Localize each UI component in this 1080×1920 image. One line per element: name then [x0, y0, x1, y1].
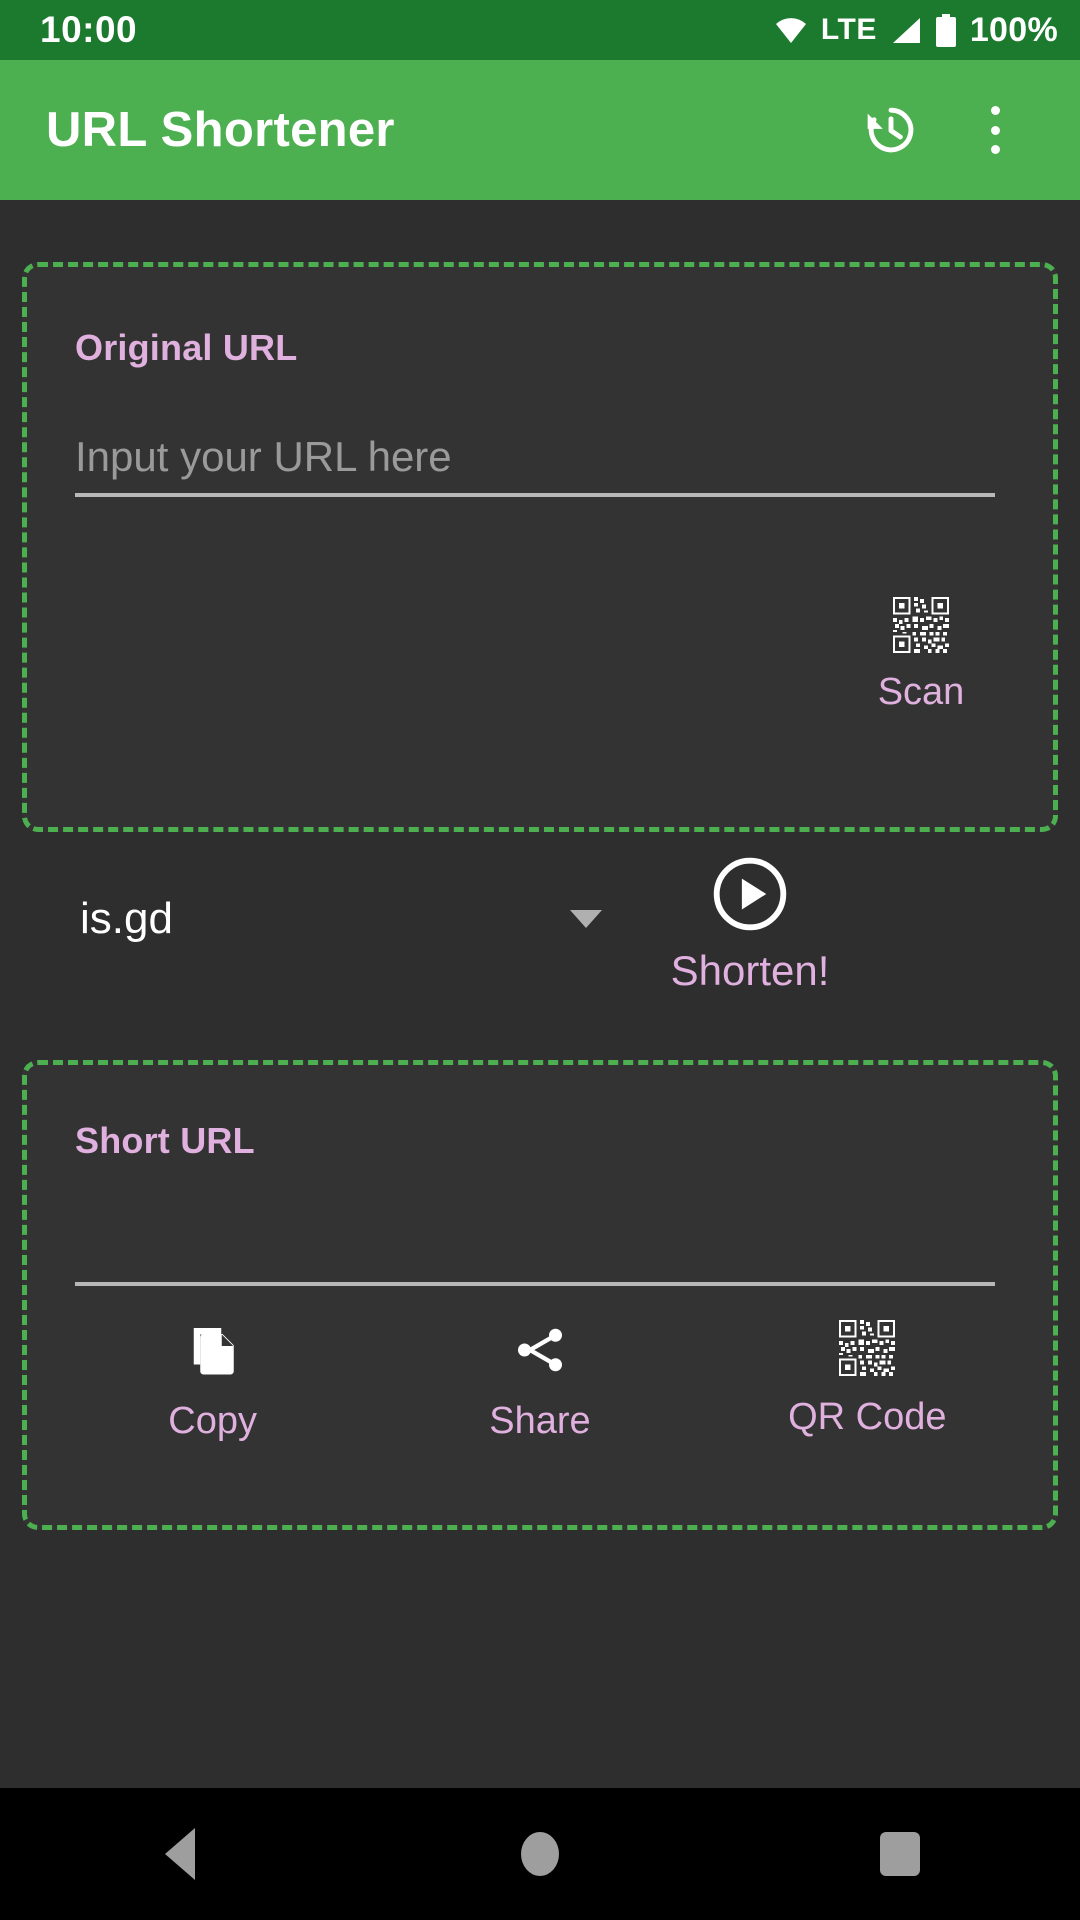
short-url-label: Short URL — [75, 1120, 255, 1161]
original-url-input[interactable]: Input your URL here — [75, 421, 995, 497]
short-url-card: Short URL Copy Share QR Code — [22, 1060, 1058, 1530]
share-button-label: Share — [489, 1400, 591, 1442]
short-url-input-text[interactable] — [75, 1210, 995, 1282]
copy-button-label: Copy — [168, 1400, 258, 1442]
battery-percent-label: 100% — [969, 10, 1058, 49]
scan-button-label: Scan — [877, 671, 965, 713]
share-icon — [517, 1328, 562, 1372]
app-bar-actions — [858, 97, 1050, 163]
short-url-input-underline — [75, 1282, 995, 1286]
copy-icon — [193, 1328, 234, 1375]
phone-screen: 10:00 LTE 100% URL Shortener Original UR… — [0, 0, 1080, 1920]
qr-code-button-label: QR Code — [788, 1396, 947, 1438]
shortener-row: is.gd Shorten! — [0, 855, 1080, 1035]
wifi-icon — [775, 18, 806, 43]
qr-code-button[interactable]: QR Code — [742, 1320, 992, 1439]
original-url-input-text[interactable]: Input your URL here — [75, 421, 995, 493]
home-button[interactable] — [450, 1788, 630, 1920]
square-icon — [880, 1832, 920, 1876]
original-url-input-underline — [75, 493, 995, 497]
overflow-menu-button[interactable] — [962, 97, 1028, 163]
service-spinner-value: is.gd — [80, 894, 173, 943]
signal-icon — [892, 17, 920, 43]
status-time: 10:00 — [40, 9, 138, 50]
service-spinner[interactable]: is.gd — [80, 873, 610, 965]
recents-button[interactable] — [810, 1788, 990, 1920]
status-bar: 10:00 LTE 100% — [0, 0, 1080, 60]
status-indicators: LTE 100% — [774, 11, 1058, 50]
share-button[interactable]: Share — [415, 1320, 665, 1443]
original-url-label: Original URL — [75, 327, 298, 368]
circle-icon — [521, 1832, 559, 1876]
shorten-button[interactable]: Shorten! — [610, 855, 890, 995]
overflow-menu-icon — [990, 106, 1000, 154]
app-bar: URL Shortener — [0, 60, 1080, 200]
chevron-down-icon — [570, 910, 602, 928]
qr-code-icon — [839, 1320, 896, 1376]
shorten-button-label: Shorten! — [670, 947, 830, 994]
page-title: URL Shortener — [46, 103, 395, 157]
short-url-input[interactable] — [75, 1210, 995, 1286]
qr-code-icon — [893, 597, 949, 653]
battery-icon — [935, 13, 956, 47]
network-type-label: LTE — [820, 13, 877, 46]
short-url-actions: Copy Share QR Code — [49, 1320, 1031, 1443]
history-icon — [867, 107, 914, 153]
copy-button[interactable]: Copy — [88, 1320, 338, 1443]
history-button[interactable] — [858, 97, 924, 163]
triangle-left-icon — [165, 1828, 195, 1880]
back-button[interactable] — [90, 1788, 270, 1920]
scan-button[interactable]: Scan — [841, 597, 1001, 714]
play-circle-icon — [713, 857, 787, 931]
original-url-card: Original URL Input your URL here Scan — [22, 262, 1058, 832]
android-nav-bar — [0, 1788, 1080, 1920]
